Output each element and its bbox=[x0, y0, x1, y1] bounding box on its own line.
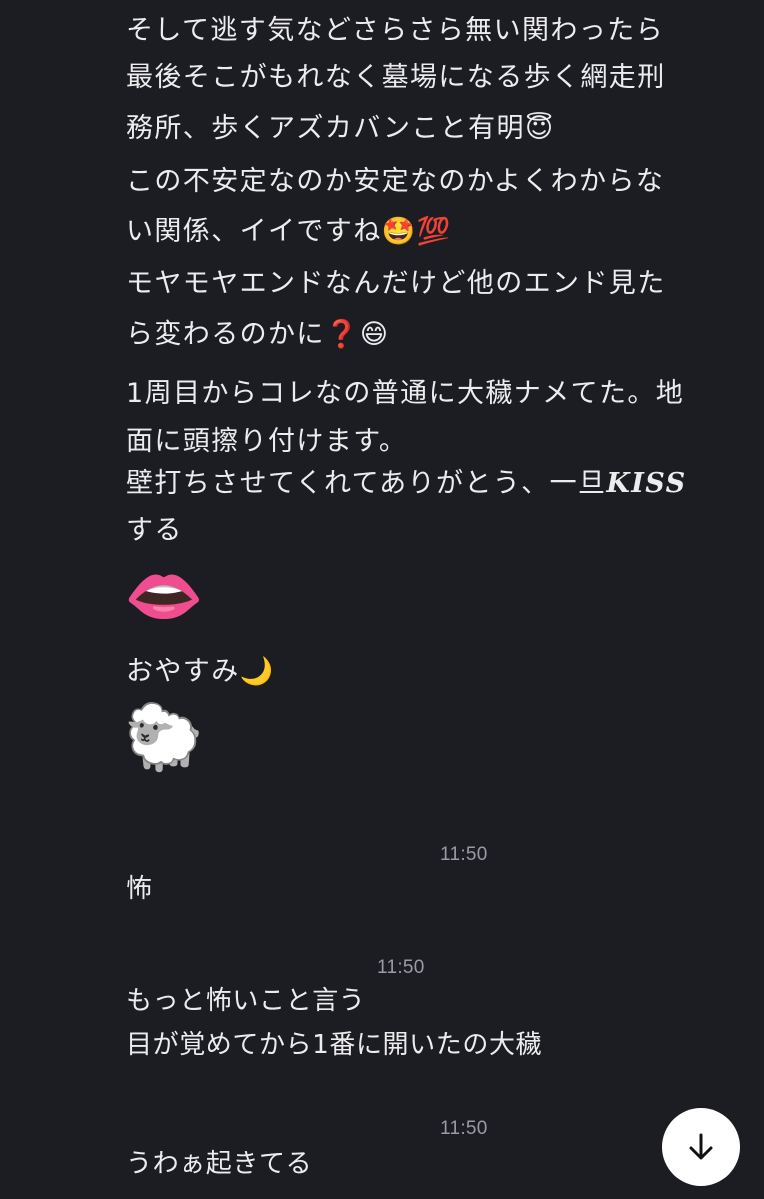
message-line: ら変わるのかに❓😄 bbox=[126, 319, 390, 350]
message-line: うわぁ起きてる bbox=[126, 1149, 313, 1179]
scroll-to-bottom-button[interactable] bbox=[662, 1108, 740, 1186]
message-timestamp: 11:50 bbox=[377, 957, 425, 978]
message-line: 1周目からコレなの普通に大穢ナメてた。地 bbox=[126, 378, 685, 409]
message-line: 最後そこがもれなく墓場になる歩く網走刑 bbox=[126, 62, 666, 93]
message-line: この不安定なのか安定なのかよくわからな bbox=[126, 166, 665, 197]
message-line: 怖 bbox=[126, 874, 153, 904]
message-text: 壁打ちさせてくれてありがとう、一旦 bbox=[126, 468, 607, 499]
message-line: モヤモヤエンドなんだけど他のエンド見た bbox=[126, 268, 666, 299]
chat-view: そして逃す気などさらさら無い関わったら 最後そこがもれなく墓場になる歩く網走刑 … bbox=[0, 0, 764, 1199]
message-line: 務所、歩くアズカバンこと有明😇 bbox=[126, 113, 555, 144]
message-line: 面に頭擦り付けます。 bbox=[126, 426, 408, 457]
message-line: もっと怖いこと言う bbox=[126, 986, 366, 1016]
sheep-emoji: 🐑 bbox=[124, 701, 204, 775]
message-line: する bbox=[126, 515, 183, 546]
message-line: おやすみ🌙 bbox=[126, 656, 275, 687]
arrow-down-icon bbox=[689, 1133, 713, 1160]
message-line: 目が覚めてから1番に開いたの大穢 bbox=[126, 1030, 543, 1060]
message-timestamp: 11:50 bbox=[440, 844, 488, 865]
message-timestamp: 11:50 bbox=[440, 1118, 488, 1139]
message-line: 壁打ちさせてくれてありがとう、一旦KISS bbox=[126, 470, 686, 497]
lips-emoji: 👄 bbox=[124, 560, 204, 634]
message-line: い関係、イイですね🤩💯 bbox=[126, 216, 452, 247]
kiss-text: KISS bbox=[606, 468, 687, 499]
message-line: そして逃す気などさらさら無い関わったら bbox=[126, 15, 664, 46]
